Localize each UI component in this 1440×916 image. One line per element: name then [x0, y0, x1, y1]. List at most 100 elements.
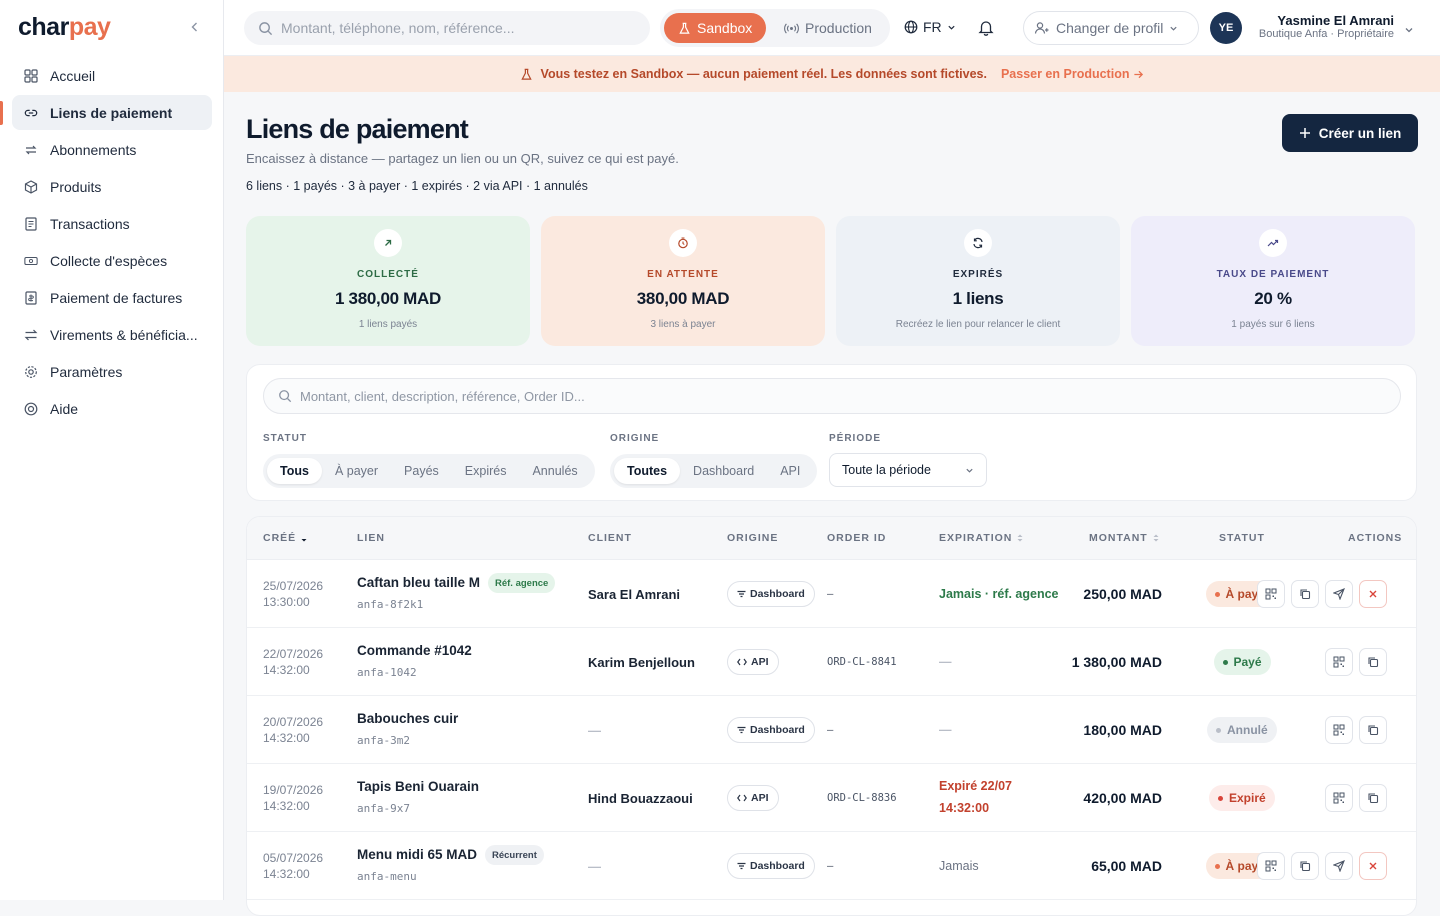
language-label: FR: [923, 19, 942, 35]
header-status: STATUT: [1219, 532, 1265, 544]
brand-logo[interactable]: charpay: [18, 13, 111, 42]
qr-code-icon: [1333, 792, 1345, 804]
bell-icon[interactable]: [978, 19, 994, 41]
origin-filter: Toutes Dashboard API: [610, 454, 818, 488]
global-search-input[interactable]: Montant, téléphone, nom, référence...: [244, 11, 650, 45]
copy-link-button[interactable]: [1291, 580, 1319, 608]
created-day: 05/07/2026: [263, 851, 324, 865]
status-option[interactable]: Tous: [267, 458, 322, 484]
origin-badge: Dashboard: [727, 853, 815, 879]
avatar[interactable]: YE: [1210, 12, 1242, 44]
dashboard-icon: [737, 862, 746, 870]
status-option[interactable]: Expirés: [452, 458, 520, 484]
sort-created-header[interactable]: CRÉÉ: [263, 532, 308, 544]
sidebar-item-4[interactable]: Transactions: [12, 206, 212, 241]
sort-amount-header[interactable]: MONTANT: [1089, 532, 1160, 544]
production-button[interactable]: Production: [770, 13, 886, 43]
collapse-sidebar-icon[interactable]: [189, 20, 201, 36]
status-dot: [1214, 863, 1220, 869]
origin-option[interactable]: API: [767, 458, 813, 484]
origin-filter-label: ORIGINE: [610, 433, 660, 444]
origin-option[interactable]: Toutes: [614, 458, 681, 484]
sidebar-item-3[interactable]: Produits: [12, 169, 212, 204]
link-name[interactable]: Menu midi 65 MAD: [357, 847, 477, 862]
order-id: —: [827, 860, 834, 872]
chevron-down-icon: [948, 25, 955, 30]
period-value: Toute la période: [842, 463, 931, 477]
copy-link-button[interactable]: [1359, 716, 1387, 744]
status-option[interactable]: À payer: [322, 458, 391, 484]
link-name[interactable]: Tapis Beni Ouarain: [357, 779, 479, 794]
sidebar-item-7[interactable]: Virements & bénéficia...: [12, 317, 212, 352]
close-icon: [1368, 589, 1378, 599]
copy-link-button[interactable]: [1359, 648, 1387, 676]
status-option[interactable]: Annulés: [519, 458, 590, 484]
sidebar-item-8[interactable]: Paramètres: [12, 354, 212, 389]
table-row[interactable]: 22/07/2026 14:32:00 Commande #1042 anfa-104…: [247, 628, 1416, 696]
switch-profile-label: Changer de profil: [1056, 20, 1164, 36]
link-name[interactable]: Caftan bleu taille M: [357, 575, 480, 590]
status-option[interactable]: Payés: [391, 458, 452, 484]
sidebar-item-5[interactable]: Collecte d'espèces: [12, 243, 212, 278]
switch-to-production-link[interactable]: Passer en Production: [1001, 67, 1145, 81]
search-icon: [259, 21, 273, 35]
production-label: Production: [805, 20, 872, 36]
sidebar-item-2[interactable]: Abonnements: [12, 132, 212, 167]
cancel-link-button[interactable]: [1359, 852, 1387, 880]
qr-code-button[interactable]: [1325, 784, 1353, 812]
sidebar-item-9[interactable]: Aide: [12, 391, 212, 426]
qr-code-button[interactable]: [1257, 580, 1285, 608]
cancel-link-button[interactable]: [1359, 580, 1387, 608]
globe-icon: [904, 20, 918, 34]
broadcast-icon: [784, 22, 799, 34]
send-link-button[interactable]: [1325, 580, 1353, 608]
table-row[interactable]: 20/07/2026 14:32:00 Babouches cuir anfa-3m2…: [247, 696, 1416, 764]
table-search-input[interactable]: Montant, client, description, référence,…: [263, 378, 1401, 414]
sidebar-item-label: Transactions: [50, 215, 130, 232]
filters-panel: Montant, client, description, référence,…: [246, 364, 1417, 501]
client-name: —: [588, 859, 601, 874]
origin-label: Dashboard: [750, 724, 805, 736]
order-id: —: [827, 724, 834, 736]
sidebar-item-1[interactable]: Liens de paiement: [12, 95, 212, 130]
table-row[interactable]: 25/07/2026 13:30:00 Caftan bleu taille M an…: [247, 560, 1416, 628]
sandbox-banner: Vous testez en Sandbox — aucun paiement …: [224, 56, 1440, 92]
link-name[interactable]: Commande #1042: [357, 643, 472, 658]
status-label: Expiré: [1229, 791, 1266, 805]
status-filter-label: STATUT: [263, 433, 307, 444]
period-select[interactable]: Toute la période: [829, 453, 987, 487]
switch-profile-button[interactable]: Changer de profil: [1023, 11, 1199, 45]
language-selector[interactable]: FR: [904, 19, 956, 35]
create-link-button[interactable]: Créer un lien: [1282, 114, 1418, 152]
sort-expiration-header[interactable]: EXPIRATION: [939, 532, 1024, 544]
search-placeholder: Montant, téléphone, nom, référence...: [281, 20, 515, 36]
table-row[interactable]: 19/07/2026 14:32:00 Tapis Beni Ouarain anfa…: [247, 764, 1416, 832]
sandbox-button[interactable]: Sandbox: [664, 13, 767, 43]
sidebar-item-label: Produits: [50, 178, 102, 195]
receipt-icon: [24, 216, 38, 231]
origin-label: Dashboard: [750, 860, 805, 872]
sidebar-item-6[interactable]: Paiement de factures: [12, 280, 212, 315]
table-row[interactable]: 05/07/2026 14:32:00 Menu midi 65 MAD anfa-m…: [247, 832, 1416, 900]
stat-value: 20 %: [1254, 289, 1292, 308]
origin-option[interactable]: Dashboard: [680, 458, 767, 484]
user-menu-chevron-icon[interactable]: [1404, 22, 1414, 40]
copy-icon: [1299, 860, 1311, 872]
sidebar-item-0[interactable]: Accueil: [12, 58, 212, 93]
qr-code-button[interactable]: [1257, 852, 1285, 880]
link-name[interactable]: Babouches cuir: [357, 711, 458, 726]
copy-link-button[interactable]: [1359, 784, 1387, 812]
copy-icon: [1299, 588, 1311, 600]
header-expiration-label: EXPIRATION: [939, 532, 1013, 544]
send-link-button[interactable]: [1325, 852, 1353, 880]
qr-code-button[interactable]: [1325, 716, 1353, 744]
origin-badge: Dashboard: [727, 581, 815, 607]
code-icon: [737, 794, 747, 802]
status-label: Payé: [1233, 655, 1262, 669]
sidebar-item-label: Aide: [50, 400, 79, 417]
qr-code-button[interactable]: [1325, 648, 1353, 676]
status-dot: [1222, 659, 1228, 665]
user-name[interactable]: Yasmine El Amrani: [1250, 13, 1394, 28]
copy-link-button[interactable]: [1291, 852, 1319, 880]
link-tag: Récurrent: [485, 845, 544, 865]
